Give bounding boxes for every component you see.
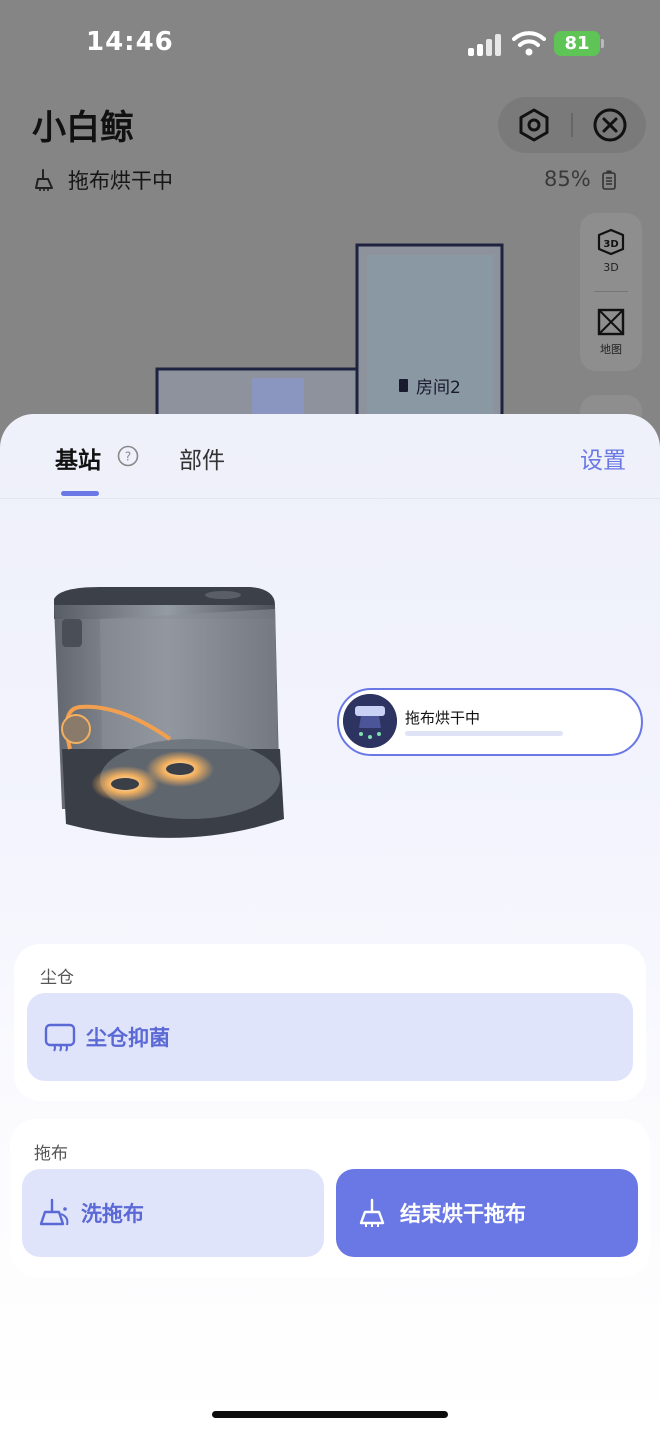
- dust-bin-sterilize-button[interactable]: 尘仓抑菌: [27, 993, 633, 1081]
- map-icon: [597, 308, 625, 336]
- station-status-pill[interactable]: 拖布烘干中: [337, 688, 643, 756]
- mop-dry-icon: [359, 1198, 385, 1227]
- svg-text:3D: 3D: [603, 239, 618, 250]
- battery-cap: [601, 39, 604, 48]
- cellular-signal-icon: [468, 34, 502, 56]
- svg-text:?: ?: [125, 450, 131, 464]
- progress-bar: [405, 731, 563, 736]
- device-status: 拖布烘干中: [34, 165, 173, 195]
- view-map-label: 地图: [600, 343, 622, 356]
- station-status-text: 拖布烘干中: [405, 709, 481, 727]
- dust-bin-button-label: 尘仓抑菌: [86, 1026, 170, 1050]
- clock: 14:46: [86, 27, 174, 57]
- view-3d-button[interactable]: 3D 3D: [580, 227, 642, 299]
- mop-title: 拖布: [34, 1144, 68, 1164]
- status-text: 拖布烘干中: [68, 169, 173, 193]
- mop-card: 拖布 洗拖布 结束烘干拖布: [10, 1119, 650, 1277]
- help-icon[interactable]: ?: [117, 445, 139, 467]
- view-toggle-panel: 3D 3D 地图: [580, 213, 642, 371]
- home-indicator[interactable]: [212, 1411, 448, 1418]
- divider: [571, 113, 573, 137]
- wash-mop-icon: [39, 1198, 69, 1226]
- dust-bin-icon: [44, 1023, 76, 1052]
- device-name: 小白鲸: [32, 108, 134, 148]
- dust-bin-card: 尘仓 尘仓抑菌: [14, 944, 646, 1101]
- base-station-image: [54, 587, 284, 838]
- divider: [594, 291, 628, 292]
- robot-battery-percent: 85%: [544, 167, 591, 191]
- end-drying-label: 结束烘干拖布: [400, 1202, 526, 1226]
- end-drying-button[interactable]: 结束烘干拖布: [336, 1169, 638, 1257]
- room-name: 房间2: [416, 378, 461, 398]
- station-sheet: 基站 ? 部件 设置 拖布烘干中 尘仓 尘仓抑菌 拖布 洗拖布 结束烘干拖布: [0, 414, 660, 1431]
- dust-bin-title: 尘仓: [40, 968, 74, 988]
- close-icon[interactable]: [592, 107, 628, 143]
- tab-parts[interactable]: 部件: [179, 441, 225, 475]
- view-map-button[interactable]: 地图: [580, 307, 642, 379]
- top-controls: [498, 97, 646, 153]
- tab-station[interactable]: 基站: [55, 441, 101, 475]
- status-bar: 14:46 81: [0, 0, 660, 90]
- cube-3d-icon: 3D: [597, 228, 625, 256]
- mop-icon: [35, 169, 53, 191]
- view-3d-label: 3D: [603, 261, 619, 274]
- room-label[interactable]: 房间2: [399, 373, 461, 398]
- battery-icon: [602, 170, 616, 190]
- wifi-icon: [512, 31, 546, 56]
- door-icon: [399, 379, 408, 392]
- settings-link[interactable]: 设置: [580, 441, 626, 475]
- tab-bar: 基站 ? 部件 设置: [0, 414, 660, 499]
- wash-mop-button[interactable]: 洗拖布: [22, 1169, 324, 1257]
- wash-mop-label: 洗拖布: [81, 1202, 144, 1226]
- active-tab-indicator: [61, 491, 99, 496]
- settings-hex-icon[interactable]: [516, 107, 552, 143]
- drying-animation-icon: [343, 694, 397, 748]
- battery-indicator: 81: [554, 31, 600, 56]
